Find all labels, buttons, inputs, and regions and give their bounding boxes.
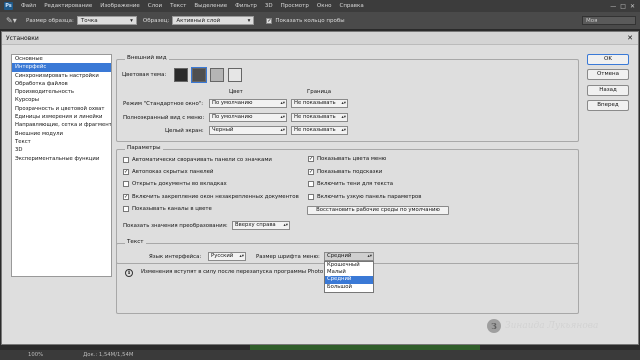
preferences-dialog: Установки ✕ Основные Интерфейс Синхрониз…: [1, 31, 639, 345]
options-bar: ✎▾ Размер образца: Точка ▾ Образец: Актив…: [0, 12, 640, 30]
menu-window[interactable]: Окно: [313, 3, 336, 9]
font-size-option-medium[interactable]: Средний: [325, 276, 373, 284]
menu-view[interactable]: Просмотр: [277, 3, 313, 9]
category-file-handling[interactable]: Обработка файлов: [12, 80, 111, 88]
window-controls: — □ ✕: [610, 3, 635, 10]
menu-bar: Ps Файл Редактирование Изображение Слои …: [0, 0, 640, 12]
theme-swatch-dark[interactable]: [191, 67, 207, 83]
dialog-titlebar: Установки ✕: [2, 32, 638, 45]
minimize-icon[interactable]: —: [610, 3, 616, 10]
category-type[interactable]: Текст: [12, 138, 111, 146]
fullscreen-label: Целый экран:: [165, 128, 204, 134]
dialog-title: Установки: [6, 34, 39, 42]
transform-values-select[interactable]: Вверху справа ▴▾: [232, 221, 290, 230]
watermark-logo-icon: З: [487, 319, 501, 333]
ui-language-select[interactable]: Русский ▴▾: [208, 252, 246, 261]
document-size: Док.: 1,54M/1,54M: [83, 352, 134, 358]
maximize-icon[interactable]: □: [620, 3, 626, 10]
dialog-close-icon[interactable]: ✕: [625, 34, 635, 43]
ui-language-label: Язык интерфейса:: [149, 254, 202, 260]
menu-font-size-select[interactable]: Средний ▴▾: [324, 252, 374, 261]
watermark-text: Зинаида Лукьянова: [505, 321, 599, 331]
author-watermark: З Зинаида Лукьянова: [487, 319, 598, 333]
color-theme-label: Цветовая тема:: [122, 72, 167, 78]
sample-size-select[interactable]: Точка ▾: [76, 16, 137, 25]
category-cursors[interactable]: Курсоры: [12, 96, 111, 104]
column-border-header: Граница: [307, 89, 332, 95]
font-size-dropdown-list: Крошечный Малый Средний Большой: [324, 261, 374, 293]
sample-size-label: Размер образца:: [26, 17, 74, 24]
status-bar: 100% Док.: 1,54M/1,54M: [0, 350, 640, 360]
fullscreen-menu-border-select[interactable]: Не показывать ▴▾: [291, 113, 348, 122]
appearance-group-title: Внешний вид: [125, 55, 169, 61]
theme-swatch-lightest[interactable]: [228, 68, 242, 82]
category-plugins[interactable]: Внешние модули: [12, 130, 111, 138]
narrow-options-bar-checkbox[interactable]: Включить узкую панель параметров: [308, 194, 421, 200]
menu-layers[interactable]: Слои: [144, 3, 166, 9]
restart-notice: Изменения вступят в силу после перезапус…: [141, 269, 324, 275]
menu-font-size-label: Размер шрифта меню:: [256, 254, 320, 260]
fullscreen-border-select[interactable]: Не показывать ▴▾: [291, 126, 348, 135]
auto-collapse-checkbox[interactable]: Автоматически сворачивать панели со знач…: [123, 157, 272, 163]
menu-filter[interactable]: Фильтр: [231, 3, 261, 9]
parameters-group-title: Параметры: [125, 145, 163, 151]
show-tooltips-checkbox[interactable]: ✓ Показывать подсказки: [308, 169, 382, 175]
menu-3d[interactable]: 3D: [261, 3, 277, 9]
standard-mode-border-select[interactable]: Не показывать ▴▾: [291, 99, 348, 108]
channels-in-color-checkbox[interactable]: Показывать каналы в цвете: [123, 206, 212, 212]
category-general[interactable]: Основные: [12, 55, 111, 63]
column-color-header: Цвет: [229, 89, 243, 95]
ok-button[interactable]: OK: [587, 54, 629, 65]
category-performance[interactable]: Производительность: [12, 88, 111, 96]
info-icon: i: [125, 269, 133, 277]
close-icon[interactable]: ✕: [630, 3, 635, 10]
back-button[interactable]: Назад: [587, 85, 629, 96]
standard-mode-label: Режим "Стандартное окно":: [123, 101, 204, 107]
floating-docking-checkbox[interactable]: ✓ Включить закрепление окон незакрепленны…: [123, 194, 299, 200]
menu-type[interactable]: Текст: [166, 3, 190, 9]
auto-show-panels-checkbox[interactable]: ✓ Автопоказ скрытых панелей: [123, 169, 213, 175]
next-button[interactable]: Вперед: [587, 100, 629, 111]
category-guides-grid-slices[interactable]: Направляющие, сетка и фрагменты: [12, 121, 111, 129]
theme-swatch-darkest[interactable]: [174, 68, 188, 82]
show-ring-label: Показать кольцо пробы: [275, 17, 345, 24]
category-experimental[interactable]: Экспериментальные функции: [12, 155, 111, 163]
fullscreen-color-select[interactable]: Черный ▴▾: [209, 126, 287, 135]
theme-swatch-light[interactable]: [210, 68, 224, 82]
restore-workspaces-button[interactable]: Восстановить рабочие среды по умолчанию: [307, 206, 449, 215]
standard-mode-color-select[interactable]: По умолчанию ▴▾: [209, 99, 287, 108]
category-interface[interactable]: Интерфейс: [12, 63, 111, 72]
show-ring-checkbox[interactable]: ✓: [266, 17, 273, 24]
text-group-title: Текст: [125, 239, 146, 245]
cancel-button[interactable]: Отмена: [587, 69, 629, 80]
sample-label: Образец:: [142, 17, 170, 24]
font-size-option-large[interactable]: Большой: [325, 284, 373, 291]
zoom-level[interactable]: 100%: [28, 352, 43, 358]
menu-select[interactable]: Выделение: [190, 3, 231, 9]
category-3d[interactable]: 3D: [12, 146, 111, 154]
category-units-rulers[interactable]: Единицы измерения и линейки: [12, 113, 111, 121]
show-menu-colors-checkbox[interactable]: ✓ Показывать цвета меню: [308, 156, 386, 162]
menu-file[interactable]: Файл: [17, 3, 40, 9]
sample-layer-select[interactable]: Активный слой ▾: [172, 16, 255, 25]
workspace-select[interactable]: Моя: [582, 16, 636, 25]
transform-values-label: Показать значения преобразования:: [123, 223, 228, 229]
fullscreen-menu-label: Полноэкранный вид с меню:: [123, 115, 205, 121]
menu-image[interactable]: Изображение: [96, 3, 144, 9]
category-transparency-gamut[interactable]: Прозрачность и цветовой охват: [12, 105, 111, 113]
category-sync-settings[interactable]: Синхронизировать настройки: [12, 72, 111, 80]
photoshop-logo-icon: Ps: [4, 2, 13, 10]
text-drop-shadows-checkbox[interactable]: Включить тени для текста: [308, 181, 393, 187]
preferences-category-list: Основные Интерфейс Синхронизировать наст…: [11, 54, 112, 277]
fullscreen-menu-color-select[interactable]: По умолчанию ▴▾: [209, 113, 287, 122]
menu-edit[interactable]: Редактирование: [40, 3, 96, 9]
eyedropper-tool-icon[interactable]: ✎▾: [6, 15, 20, 27]
menu-help[interactable]: Справка: [335, 3, 367, 9]
open-in-tabs-checkbox[interactable]: Открыть документы во вкладках: [123, 181, 227, 187]
